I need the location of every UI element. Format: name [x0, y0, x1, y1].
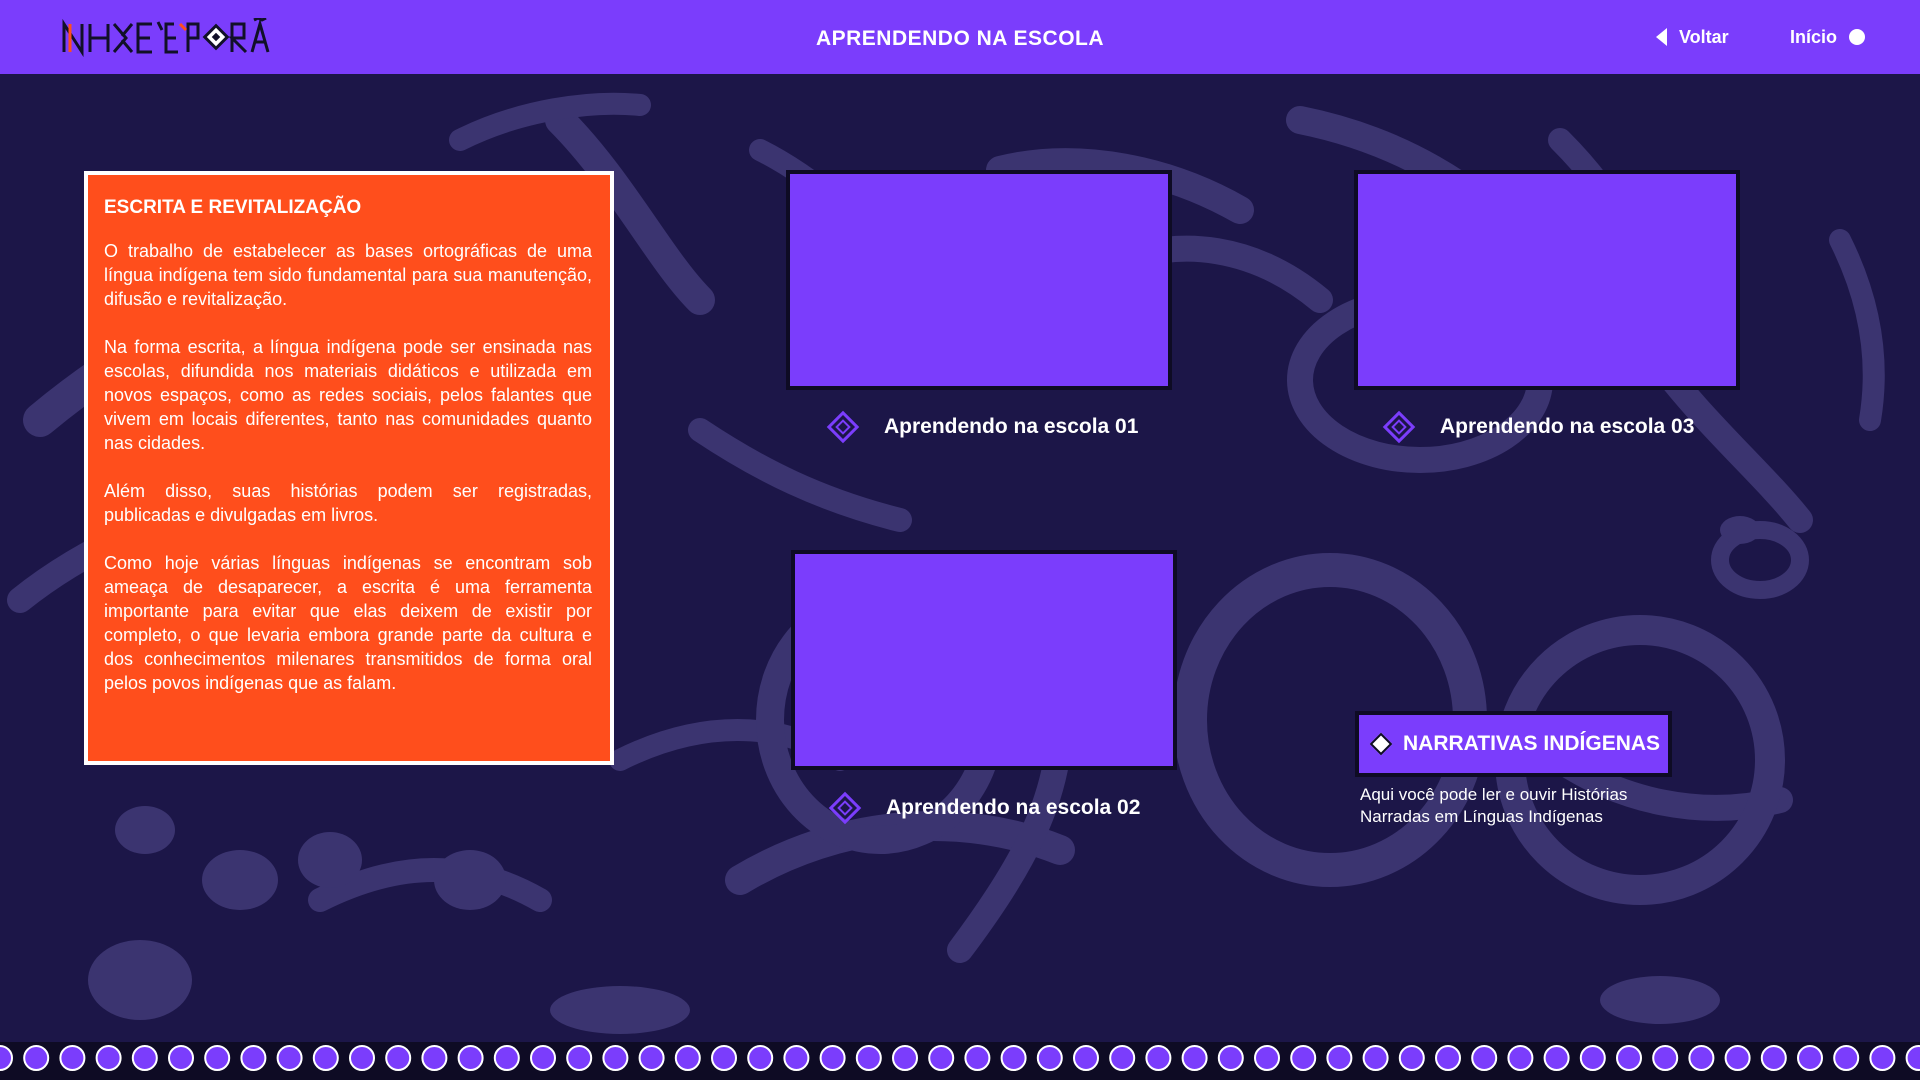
home-button[interactable]: Início — [1790, 22, 1866, 52]
video-thumbnail-03[interactable] — [1354, 170, 1740, 390]
decorative-dot — [855, 1045, 882, 1071]
diamond-icon — [1369, 732, 1393, 756]
diamond-icon — [1382, 410, 1416, 444]
diamond-icon — [828, 791, 862, 825]
decorative-dot — [1000, 1045, 1027, 1071]
decorative-dot — [892, 1045, 918, 1071]
decorative-dot — [1109, 1045, 1136, 1071]
app-root: NHE'Ẽ PORÃ — [0, 0, 1920, 1080]
logo[interactable]: NHE'Ẽ PORÃ — [62, 18, 272, 58]
decorative-dot — [1217, 1045, 1244, 1071]
decorative-dot — [566, 1045, 593, 1071]
decorative-dot — [1579, 1045, 1606, 1071]
home-label: Início — [1790, 26, 1838, 47]
decorative-dot — [493, 1045, 520, 1071]
info-panel: ESCRITA E REVITALIZAÇÃO O trabalho de es… — [84, 171, 614, 765]
narrativas-label: NARRATIVAS INDÍGENAS — [1403, 732, 1661, 755]
decorative-dot — [421, 1045, 448, 1071]
video-label-03: Aprendendo na escola 03 — [1440, 415, 1695, 438]
decorative-dot — [1471, 1045, 1498, 1071]
info-paragraph: Além disso, suas histórias podem ser reg… — [104, 481, 592, 525]
decorative-dot — [1688, 1045, 1715, 1071]
dots-border-decoration — [0, 1042, 1920, 1080]
decorative-dot — [1507, 1045, 1534, 1071]
decorative-dot — [1398, 1045, 1425, 1071]
decorative-dot — [1616, 1045, 1642, 1071]
decorative-dot — [168, 1045, 194, 1071]
decorative-dot — [602, 1045, 629, 1071]
decorative-dot — [783, 1045, 810, 1071]
decorative-dot — [59, 1045, 86, 1071]
decorative-dot — [1254, 1045, 1280, 1071]
decorative-dot — [131, 1045, 158, 1071]
dot-icon — [1849, 29, 1866, 45]
video-thumbnail-01[interactable] — [786, 170, 1172, 390]
decorative-dot — [1362, 1045, 1389, 1071]
decorative-dot — [964, 1045, 991, 1071]
video-thumbnail-02[interactable] — [791, 550, 1177, 770]
decorative-dot — [23, 1045, 50, 1071]
decorative-dot — [457, 1045, 484, 1071]
decorative-dot — [1869, 1045, 1896, 1071]
info-paragraph: Como hoje várias línguas indígenas se en… — [104, 553, 592, 693]
info-paragraph: Na forma escrita, a língua indígena pode… — [104, 337, 592, 453]
decorative-dot — [1833, 1045, 1860, 1071]
decorative-dot — [1760, 1045, 1787, 1071]
decorative-dot — [711, 1045, 737, 1071]
decorative-dot — [638, 1045, 665, 1071]
decorative-dot — [1036, 1045, 1063, 1071]
decorative-dot — [819, 1045, 846, 1071]
decorative-dot — [312, 1045, 339, 1071]
decorative-dot — [1543, 1045, 1570, 1071]
decorative-dot — [95, 1045, 122, 1071]
narrativas-indigenas-button[interactable]: NARRATIVAS INDÍGENAS — [1355, 711, 1672, 777]
video-link-01[interactable]: Aprendendo na escola 01 — [826, 410, 1138, 444]
decorative-dot — [747, 1045, 774, 1071]
decorative-dot — [1797, 1045, 1823, 1071]
decorative-dot — [1435, 1045, 1461, 1071]
decorative-dot — [1652, 1045, 1679, 1071]
video-label-01: Aprendendo na escola 01 — [884, 415, 1139, 438]
decorative-dot — [674, 1045, 701, 1071]
page-title: APRENDENDO NA ESCOLA — [815, 27, 1105, 50]
decorative-dot — [1326, 1045, 1353, 1071]
info-title: ESCRITA E REVITALIZAÇÃO — [104, 197, 362, 218]
video-label-02: Aprendendo na escola 02 — [886, 796, 1141, 819]
decorative-dot — [1181, 1045, 1208, 1071]
decorative-dot — [1073, 1045, 1099, 1071]
video-link-03[interactable]: Aprendendo na escola 03 — [1382, 410, 1694, 444]
decorative-dot — [530, 1045, 556, 1071]
decorative-dot — [349, 1045, 375, 1071]
back-label: Voltar — [1679, 26, 1729, 47]
info-paragraph: O trabalho de estabelecer as bases ortog… — [104, 241, 592, 309]
decorative-dot — [240, 1045, 267, 1071]
decorative-dot — [1145, 1045, 1172, 1071]
decorative-dot — [385, 1045, 412, 1071]
diamond-icon — [826, 410, 860, 444]
top-bar: NHE'Ẽ PORÃ — [0, 0, 1920, 74]
decorative-dot — [204, 1045, 231, 1071]
decorative-dot — [928, 1045, 955, 1071]
video-link-02[interactable]: Aprendendo na escola 02 — [828, 791, 1140, 825]
decorative-dot — [276, 1045, 303, 1071]
decorative-dot — [1290, 1045, 1317, 1071]
back-button[interactable]: Voltar — [1656, 22, 1729, 52]
narrativas-description: Aqui você pode ler e ouvir Histórias Nar… — [1360, 785, 1628, 826]
triangle-left-icon — [1656, 28, 1667, 46]
logo-glyphs — [62, 18, 270, 58]
decorative-dot — [1724, 1045, 1751, 1071]
